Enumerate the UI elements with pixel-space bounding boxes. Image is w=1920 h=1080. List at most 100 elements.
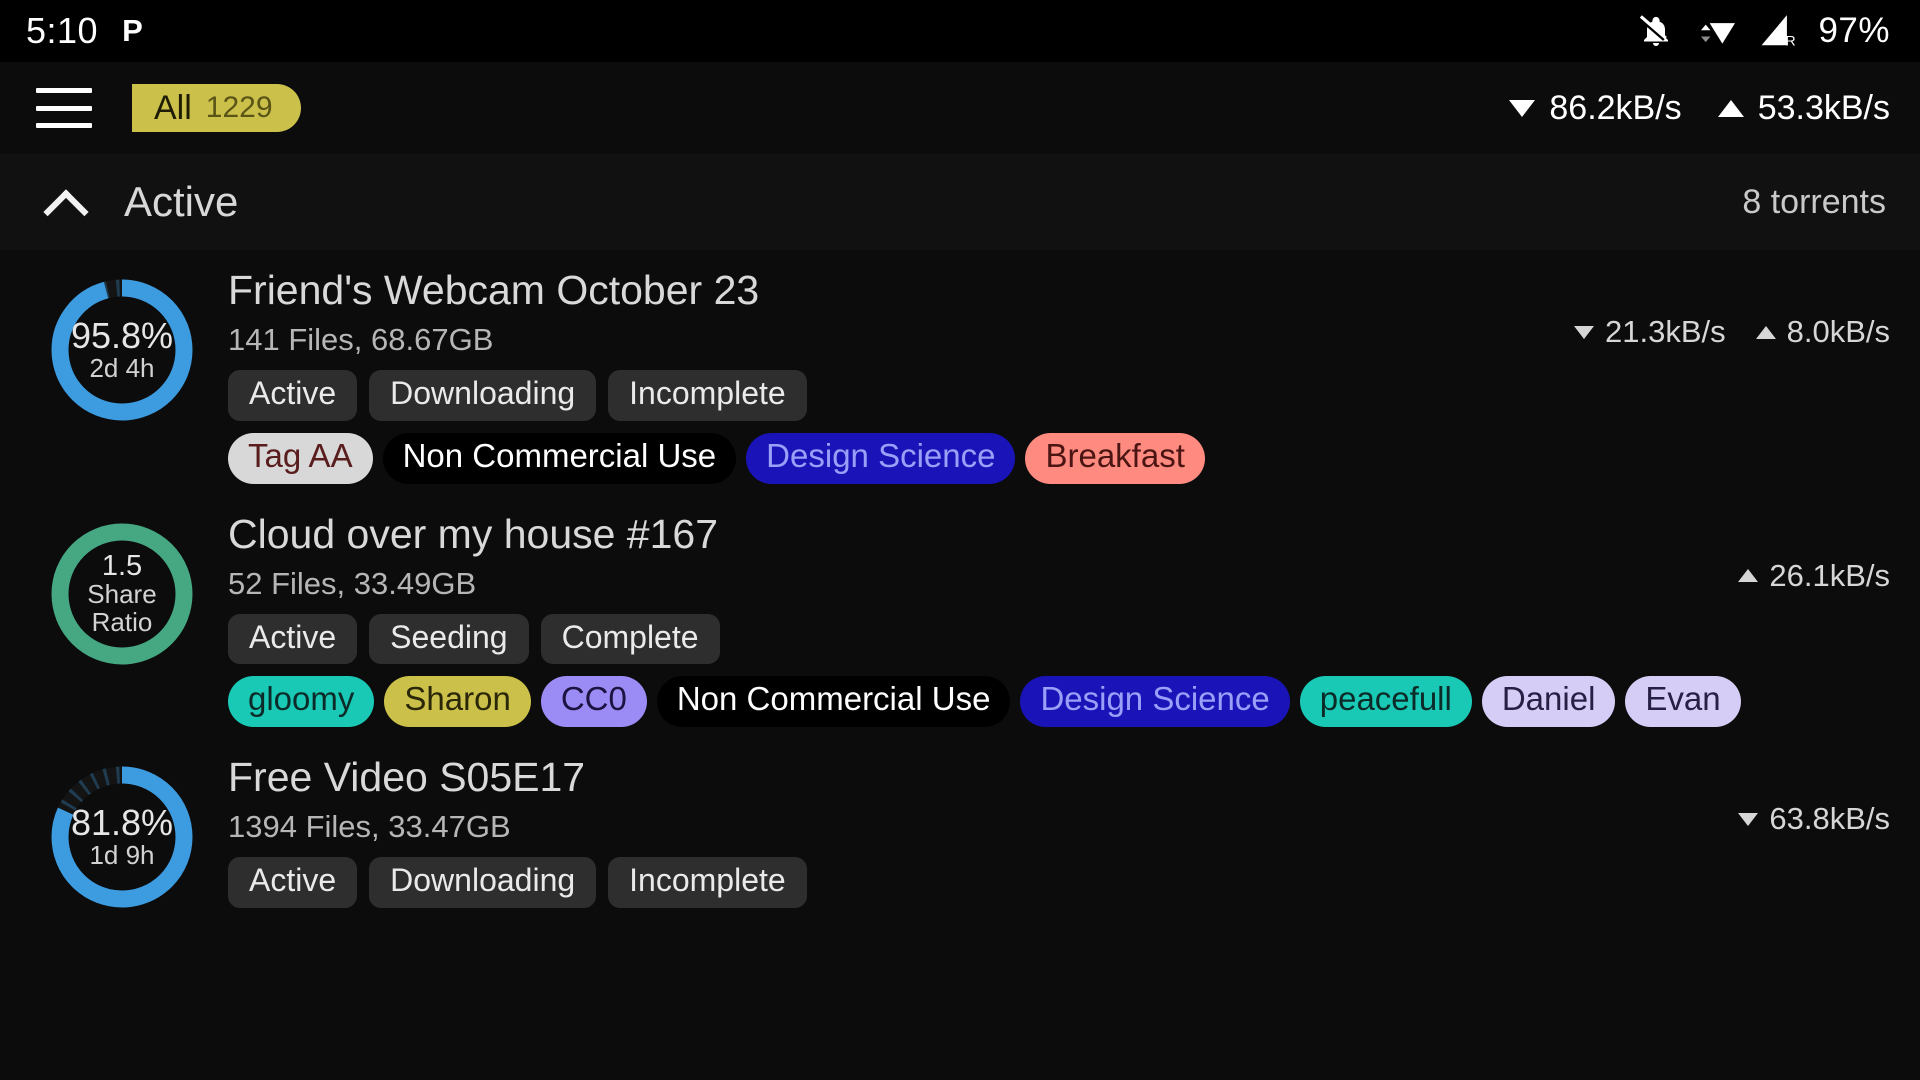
torrent-upload-speed-value: 26.1kB/s bbox=[1769, 557, 1890, 593]
tag-chip[interactable]: Design Science bbox=[746, 432, 1016, 484]
status-chip[interactable]: Downloading bbox=[369, 857, 597, 908]
ring-subtext: 1d 9h bbox=[89, 840, 155, 871]
status-chip[interactable]: Incomplete bbox=[608, 857, 807, 908]
status-chip[interactable]: Downloading bbox=[369, 369, 597, 421]
status-chip[interactable]: Active bbox=[228, 613, 358, 665]
torrent-meta: 52 Files, 33.49GB bbox=[228, 565, 477, 601]
global-speed-indicators: 86.2kB/s 53.3kB/s bbox=[1509, 89, 1890, 128]
torrent-status-chips: Active Downloading Incomplete bbox=[228, 369, 1890, 421]
torrent-status-chips: Active Seeding Complete bbox=[228, 613, 1890, 665]
torrent-download-speed-value: 63.8kB/s bbox=[1769, 801, 1890, 837]
global-download-speed: 86.2kB/s bbox=[1509, 88, 1682, 128]
arrow-down-icon bbox=[1573, 325, 1594, 339]
ring-sub-line-2: Ratio bbox=[91, 606, 153, 637]
tag-chip[interactable]: Evan bbox=[1625, 676, 1741, 728]
status-chip[interactable]: Active bbox=[228, 369, 358, 421]
ring-value: 1.5 bbox=[101, 549, 143, 582]
tag-chip[interactable]: Non Commercial Use bbox=[656, 676, 1011, 728]
torrent-row[interactable]: 95.8% 2d 4h Friend's Webcam October 23 1… bbox=[0, 250, 1920, 494]
torrent-header-row: Friend's Webcam October 23 141 Files, 68… bbox=[228, 267, 1890, 358]
torrent-row[interactable]: 1.5 Share Ratio Cloud over my house #167… bbox=[0, 494, 1920, 738]
status-chip[interactable]: Complete bbox=[540, 613, 720, 665]
torrent-header-row: Free Video S05E17 1394 Files, 33.47GB 63… bbox=[228, 754, 1890, 845]
progress-ring-container: 95.8% 2d 4h bbox=[34, 264, 210, 484]
torrent-download-speed-value: 21.3kB/s bbox=[1604, 314, 1726, 349]
status-bar-right: R 97% bbox=[1638, 11, 1890, 51]
torrent-row[interactable]: 81.8% 1d 9h Free Video S05E17 1394 Files… bbox=[0, 737, 1920, 927]
torrent-list: 95.8% 2d 4h Friend's Webcam October 23 1… bbox=[0, 250, 1920, 928]
battery-percent: 97% bbox=[1818, 11, 1890, 50]
status-bar-left: 5:10 P bbox=[26, 10, 143, 52]
arrow-up-icon bbox=[1717, 99, 1744, 117]
tag-chip[interactable]: Sharon bbox=[384, 676, 531, 728]
arrow-down-icon bbox=[1738, 812, 1759, 826]
ring-sub-line-1: Share bbox=[87, 579, 157, 610]
torrent-text-block: Cloud over my house #167 52 Files, 33.49… bbox=[228, 510, 719, 602]
filter-chip-label: All bbox=[154, 88, 192, 127]
status-chip[interactable]: Active bbox=[228, 857, 358, 908]
progress-ring: 95.8% 2d 4h bbox=[42, 270, 202, 430]
tag-chip[interactable]: Daniel bbox=[1481, 676, 1616, 728]
tag-chip[interactable]: peacefull bbox=[1299, 676, 1472, 728]
tag-chip[interactable]: Breakfast bbox=[1025, 432, 1205, 484]
torrent-upload-speed: 26.1kB/s bbox=[1738, 558, 1890, 594]
torrent-tags: gloomy Sharon CC0 Non Commercial Use Design … bbox=[228, 676, 1890, 728]
arrow-up-icon bbox=[1755, 325, 1776, 339]
filter-chip-all[interactable]: All 1229 bbox=[132, 84, 301, 132]
progress-ring: 81.8% 1d 9h bbox=[42, 757, 202, 917]
progress-ring: 1.5 Share Ratio bbox=[42, 514, 202, 674]
torrent-meta: 1394 Files, 33.47GB bbox=[228, 809, 511, 845]
status-bar: 5:10 P R 97% bbox=[0, 0, 1920, 62]
torrent-speed-indicators: 26.1kB/s bbox=[1738, 512, 1890, 594]
torrent-info: Friend's Webcam October 23 141 Files, 68… bbox=[210, 264, 1890, 484]
ring-value: 95.8% bbox=[70, 315, 174, 357]
arrow-down-icon bbox=[1509, 99, 1536, 117]
tag-chip[interactable]: gloomy bbox=[228, 676, 375, 728]
progress-ring-container: 81.8% 1d 9h bbox=[34, 751, 210, 917]
torrent-download-speed: 21.3kB/s bbox=[1573, 314, 1726, 350]
torrent-info: Free Video S05E17 1394 Files, 33.47GB 63… bbox=[210, 751, 1890, 917]
torrent-status-chips: Active Downloading Incomplete bbox=[228, 857, 1890, 908]
torrent-text-block: Friend's Webcam October 23 141 Files, 68… bbox=[228, 267, 760, 358]
torrent-upload-speed: 8.0kB/s bbox=[1755, 314, 1890, 350]
torrent-speed-indicators: 21.3kB/s 8.0kB/s bbox=[1573, 268, 1890, 350]
torrent-name: Free Video S05E17 bbox=[228, 754, 586, 801]
progress-ring-label: 1.5 Share Ratio bbox=[42, 514, 202, 674]
torrent-name: Friend's Webcam October 23 bbox=[228, 267, 760, 313]
torrent-info: Cloud over my house #167 52 Files, 33.49… bbox=[210, 508, 1890, 728]
progress-ring-label: 95.8% 2d 4h bbox=[42, 270, 202, 430]
progress-ring-container: 1.5 Share Ratio bbox=[34, 508, 210, 728]
bell-off-icon bbox=[1638, 12, 1674, 50]
global-upload-speed: 53.3kB/s bbox=[1717, 89, 1890, 128]
torrent-header-row: Cloud over my house #167 52 Files, 33.49… bbox=[228, 510, 1890, 602]
torrent-text-block: Free Video S05E17 1394 Files, 33.47GB bbox=[228, 754, 586, 845]
svg-text:R: R bbox=[1786, 33, 1796, 49]
tag-chip[interactable]: CC0 bbox=[540, 676, 647, 728]
hamburger-menu-icon[interactable] bbox=[36, 88, 92, 128]
global-download-speed-value: 86.2kB/s bbox=[1549, 88, 1682, 127]
app-toolbar: All 1229 86.2kB/s 53.3kB/s bbox=[0, 62, 1920, 154]
tag-chip[interactable]: Design Science bbox=[1020, 676, 1290, 728]
arrow-up-icon bbox=[1738, 569, 1759, 583]
filter-chip-count: 1229 bbox=[205, 91, 273, 124]
ring-subtext: 2d 4h bbox=[89, 353, 155, 384]
clock: 5:10 bbox=[26, 10, 99, 51]
torrent-speed-indicators: 63.8kB/s bbox=[1738, 755, 1890, 837]
tag-chip[interactable]: Tag AA bbox=[228, 432, 373, 484]
tag-chip[interactable]: Non Commercial Use bbox=[382, 432, 737, 484]
torrent-meta: 141 Files, 68.67GB bbox=[228, 321, 494, 357]
torrent-name: Cloud over my house #167 bbox=[228, 510, 719, 557]
section-header-active[interactable]: Active 8 torrents bbox=[0, 154, 1920, 250]
progress-ring-label: 81.8% 1d 9h bbox=[42, 757, 202, 917]
cellular-roaming-icon: R bbox=[1758, 12, 1800, 50]
torrent-upload-speed-value: 8.0kB/s bbox=[1786, 314, 1890, 349]
torrent-tags: Tag AA Non Commercial Use Design Science Br… bbox=[228, 432, 1890, 484]
ring-value: 81.8% bbox=[70, 802, 174, 844]
status-chip[interactable]: Seeding bbox=[369, 613, 529, 665]
section-torrent-count: 8 torrents bbox=[1742, 182, 1886, 221]
torrent-download-speed: 63.8kB/s bbox=[1738, 801, 1890, 837]
status-chip[interactable]: Incomplete bbox=[608, 369, 807, 421]
section-title: Active bbox=[124, 178, 239, 225]
chevron-up-icon[interactable] bbox=[42, 179, 88, 225]
wifi-icon bbox=[1692, 12, 1740, 50]
